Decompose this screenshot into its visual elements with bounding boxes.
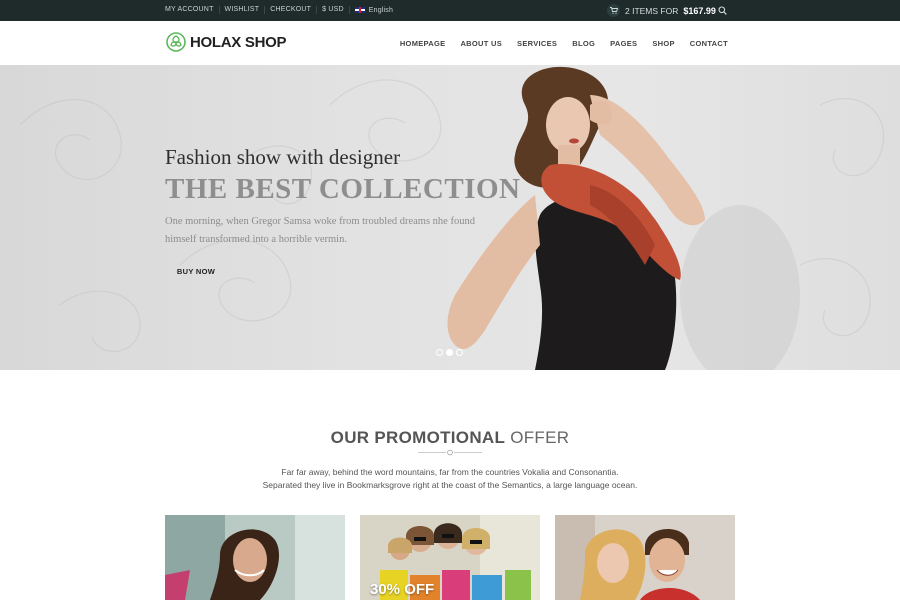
logo-icon bbox=[166, 32, 186, 52]
nav-about-us[interactable]: ABOUT US bbox=[460, 39, 502, 48]
slider-dot-3[interactable] bbox=[456, 349, 463, 356]
language-selector[interactable]: English bbox=[350, 7, 398, 14]
logo-text: HOLAX SHOP bbox=[190, 33, 287, 51]
promo-heading-light: OFFER bbox=[510, 428, 570, 447]
promo-card-2-label: 30% OFF bbox=[370, 581, 435, 598]
my-account-link[interactable]: MY ACCOUNT bbox=[165, 6, 220, 14]
slider-dot-2[interactable] bbox=[446, 349, 453, 356]
site-header: HOLAX SHOP HOMEPAGE ABOUT US SERVICES BL… bbox=[0, 21, 900, 65]
promo-cards: 30% OFF bbox=[165, 515, 735, 600]
heading-divider bbox=[418, 449, 482, 456]
hero-subtitle: Fashion show with designer bbox=[165, 145, 401, 169]
hero-slider: Fashion show with designer THE BEST COLL… bbox=[0, 65, 900, 370]
slider-dot-1[interactable] bbox=[436, 349, 443, 356]
promo-description: Far far away, behind the word mountains,… bbox=[0, 466, 900, 491]
uk-flag-icon bbox=[354, 7, 365, 13]
search-icon[interactable] bbox=[718, 6, 727, 15]
nav-pages[interactable]: PAGES bbox=[610, 39, 637, 48]
promo-card-2[interactable]: 30% OFF bbox=[360, 515, 540, 600]
promo-card-1[interactable] bbox=[165, 515, 345, 600]
language-label: English bbox=[368, 6, 394, 14]
promo-card-1-image bbox=[165, 515, 345, 600]
wishlist-link[interactable]: WISHLIST bbox=[220, 6, 266, 14]
checkout-link[interactable]: CHECKOUT bbox=[265, 6, 318, 14]
buy-now-button[interactable]: BUY NOW bbox=[165, 261, 227, 282]
logo[interactable]: HOLAX SHOP bbox=[166, 32, 286, 52]
slider-dots bbox=[436, 349, 463, 356]
nav-homepage[interactable]: HOMEPAGE bbox=[400, 39, 446, 48]
currency-selector[interactable]: $ USD bbox=[317, 6, 350, 14]
cart-icon bbox=[607, 4, 620, 17]
cart-items-text: 2 ITEMS FOR bbox=[625, 5, 679, 16]
nav-shop[interactable]: SHOP bbox=[652, 39, 674, 48]
hero-model-image bbox=[447, 66, 800, 370]
cart-total: $167.99 bbox=[683, 5, 716, 16]
cart-summary[interactable]: 2 ITEMS FOR $167.99 bbox=[607, 4, 716, 17]
promo-text-line-1: Far far away, behind the word mountains,… bbox=[281, 467, 619, 477]
nav-contact[interactable]: CONTACT bbox=[690, 39, 728, 48]
promo-text-line-2: Separated they live in Bookmarksgrove ri… bbox=[262, 479, 638, 490]
promo-heading: OUR PROMOTIONAL OFFER bbox=[0, 428, 900, 448]
top-bar: MY ACCOUNT WISHLIST CHECKOUT $ USD Engli… bbox=[0, 0, 900, 21]
promo-card-3[interactable] bbox=[555, 515, 735, 600]
promo-heading-bold: OUR PROMOTIONAL bbox=[330, 428, 506, 447]
promo-card-3-image bbox=[555, 515, 735, 600]
main-nav: HOMEPAGE ABOUT US SERVICES BLOG PAGES SH… bbox=[400, 39, 728, 48]
nav-services[interactable]: SERVICES bbox=[517, 39, 557, 48]
account-links: MY ACCOUNT WISHLIST CHECKOUT $ USD Engli… bbox=[165, 6, 398, 14]
nav-blog[interactable]: BLOG bbox=[572, 39, 595, 48]
